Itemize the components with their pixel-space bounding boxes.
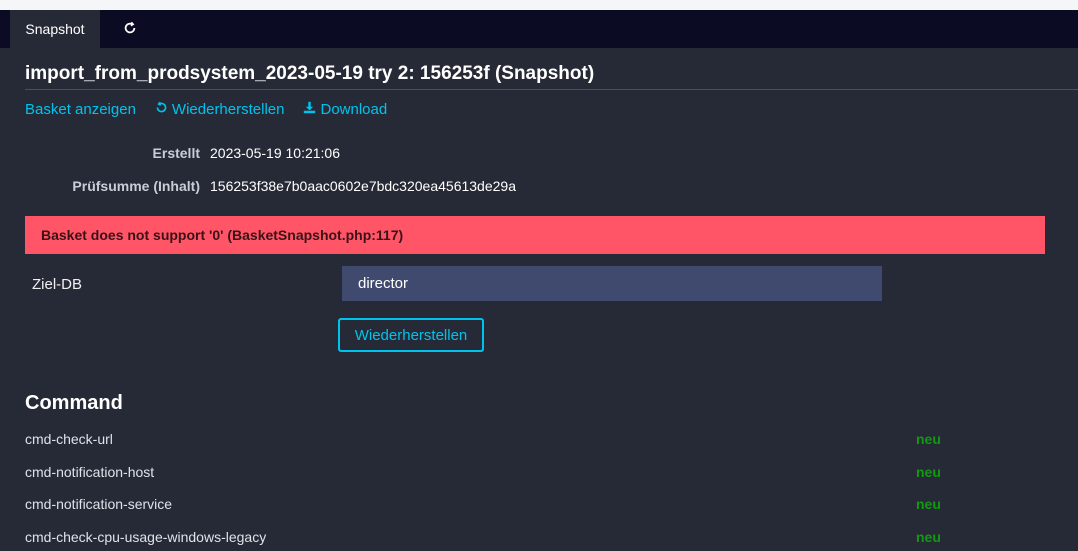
list-item: cmd-notification-service neu bbox=[25, 496, 1025, 518]
command-name-link[interactable]: cmd-check-url bbox=[25, 431, 113, 447]
checksum-value: 156253f38e7b0aac0602e7bdc320ea45613de29a bbox=[210, 178, 516, 194]
restore-icon bbox=[155, 101, 172, 118]
status-badge: neu bbox=[916, 464, 941, 480]
list-item: cmd-check-url neu bbox=[25, 431, 1025, 453]
error-message: Basket does not support '0' (BasketSnaps… bbox=[25, 216, 1045, 254]
title-divider bbox=[25, 89, 1078, 90]
tab-snapshot[interactable]: Snapshot bbox=[10, 10, 100, 48]
list-item: cmd-notification-host neu bbox=[25, 464, 1025, 486]
show-basket-link[interactable]: Basket anzeigen bbox=[25, 101, 136, 118]
error-text: Basket does not support '0' (BasketSnaps… bbox=[41, 227, 404, 243]
command-name-link[interactable]: cmd-notification-service bbox=[25, 496, 172, 512]
status-badge: neu bbox=[916, 496, 941, 512]
command-name-link[interactable]: cmd-check-cpu-usage-windows-legacy bbox=[25, 529, 266, 545]
status-badge: neu bbox=[916, 529, 941, 545]
show-basket-label: Basket anzeigen bbox=[25, 101, 136, 118]
refresh-button[interactable] bbox=[110, 10, 150, 48]
tab-bar bbox=[0, 10, 1078, 48]
page-title: import_from_prodsystem_2023-05-19 try 2:… bbox=[25, 63, 595, 84]
restore-submit-button[interactable]: Wiederherstellen bbox=[338, 318, 484, 352]
created-label: Erstellt bbox=[152, 145, 200, 161]
window-top-strip bbox=[0, 0, 1078, 10]
download-link[interactable]: Download bbox=[303, 101, 387, 118]
download-icon bbox=[303, 101, 320, 118]
checksum-label: Prüfsumme (Inhalt) bbox=[72, 178, 200, 194]
download-label: Download bbox=[320, 101, 388, 118]
restore-label: Wiederherstellen bbox=[171, 101, 285, 118]
restore-link[interactable]: Wiederherstellen bbox=[155, 101, 285, 118]
status-badge: neu bbox=[916, 431, 941, 447]
created-value: 2023-05-19 10:21:06 bbox=[210, 145, 340, 161]
tab-snapshot-label: Snapshot bbox=[25, 21, 85, 37]
refresh-icon bbox=[123, 21, 137, 38]
target-db-value: director bbox=[358, 275, 409, 292]
action-bar: Basket anzeigen Wiederherstellen Downloa… bbox=[25, 101, 406, 118]
command-name-link[interactable]: cmd-notification-host bbox=[25, 464, 154, 480]
target-db-select[interactable]: director bbox=[342, 266, 882, 301]
command-section-title: Command bbox=[25, 392, 123, 414]
target-db-label: Ziel-DB bbox=[32, 276, 83, 293]
list-item: cmd-check-cpu-usage-windows-legacy neu bbox=[25, 529, 1025, 551]
